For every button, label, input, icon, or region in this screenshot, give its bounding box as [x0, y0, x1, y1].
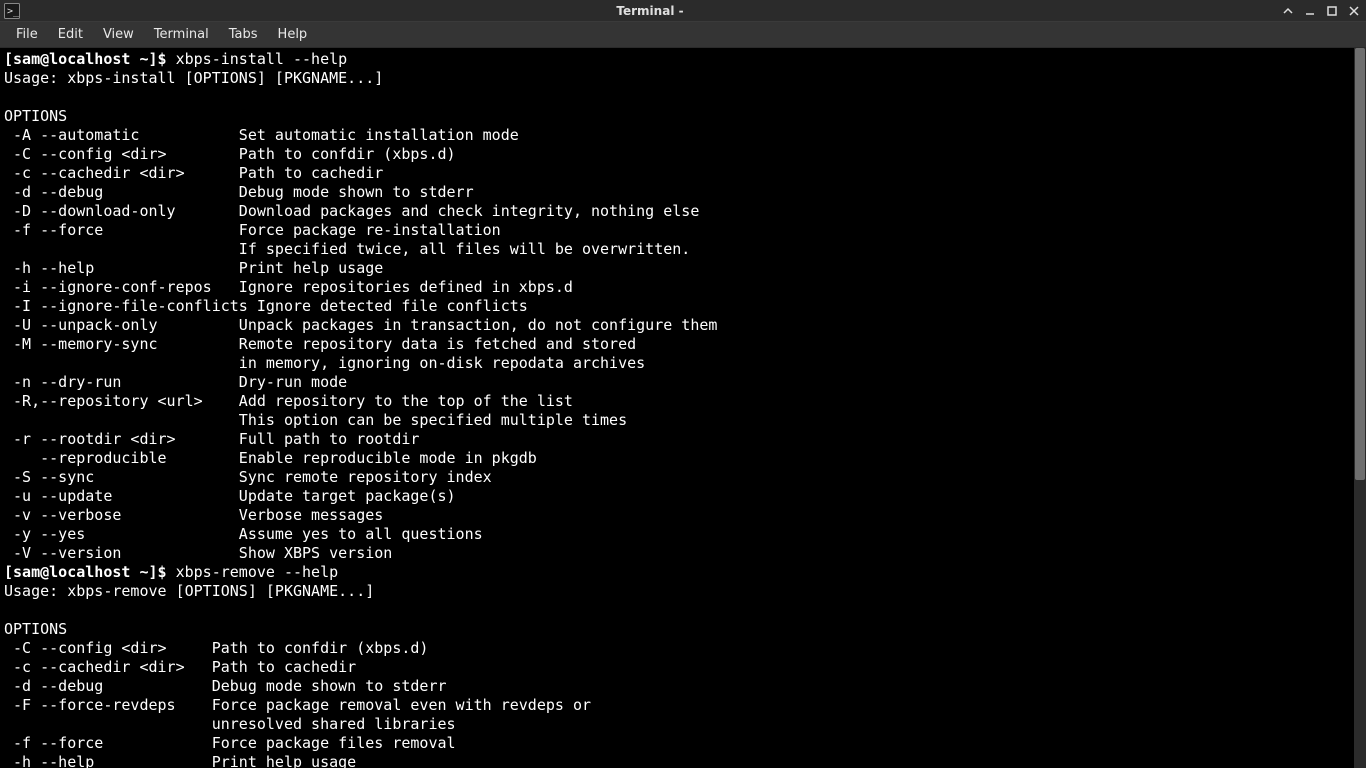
output-line: -c --cachedir <dir> Path to cachedir	[4, 658, 356, 676]
output-line: unresolved shared libraries	[4, 715, 456, 733]
menu-tabs[interactable]: Tabs	[219, 24, 268, 45]
output-line: This option can be specified multiple ti…	[4, 411, 627, 429]
output-line: -c --cachedir <dir> Path to cachedir	[4, 164, 383, 182]
output-line: OPTIONS	[4, 620, 67, 638]
vertical-scrollbar[interactable]	[1354, 48, 1366, 768]
output-line: --reproducible Enable reproducible mode …	[4, 449, 537, 467]
svg-text:>_: >_	[7, 6, 20, 17]
output-line: -d --debug Debug mode shown to stderr	[4, 183, 474, 201]
scrollbar-thumb[interactable]	[1355, 48, 1365, 480]
output-line: in memory, ignoring on-disk repodata arc…	[4, 354, 645, 372]
output-line: -h --help Print help usage	[4, 753, 356, 768]
output-line: -D --download-only Download packages and…	[4, 202, 699, 220]
rollup-button[interactable]	[1280, 3, 1296, 19]
output-line: -S --sync Sync remote repository index	[4, 468, 492, 486]
output-line: -r --rootdir <dir> Full path to rootdir	[4, 430, 419, 448]
output-line: OPTIONS	[4, 107, 67, 125]
output-line: -C --config <dir> Path to confdir (xbps.…	[4, 639, 428, 657]
output-line: -u --update Update target package(s)	[4, 487, 456, 505]
menu-help[interactable]: Help	[268, 24, 318, 45]
output-line: -y --yes Assume yes to all questions	[4, 525, 483, 543]
output-line: -f --force Force package files removal	[4, 734, 456, 752]
output-line: -V --version Show XBPS version	[4, 544, 392, 562]
menu-edit[interactable]: Edit	[48, 24, 93, 45]
output-line: -R,--repository <url> Add repository to …	[4, 392, 573, 410]
prompt: [sam@localhost ~]$	[4, 50, 176, 68]
output-line: If specified twice, all files will be ov…	[4, 240, 690, 258]
output-line: -F --force-revdeps Force package removal…	[4, 696, 591, 714]
window-titlebar: >_ Terminal -	[0, 0, 1366, 22]
menu-file[interactable]: File	[6, 24, 48, 45]
output-line: -v --verbose Verbose messages	[4, 506, 383, 524]
output-line: -f --force Force package re-installation	[4, 221, 501, 239]
minimize-button[interactable]	[1302, 3, 1318, 19]
output-line: -C --config <dir> Path to confdir (xbps.…	[4, 145, 456, 163]
menubar: File Edit View Terminal Tabs Help	[0, 22, 1366, 48]
maximize-button[interactable]	[1324, 3, 1340, 19]
command: xbps-remove --help	[176, 563, 339, 581]
close-button[interactable]	[1346, 3, 1362, 19]
output-line: -n --dry-run Dry-run mode	[4, 373, 347, 391]
output-line: Usage: xbps-install [OPTIONS] [PKGNAME..…	[4, 69, 383, 87]
menu-view[interactable]: View	[93, 24, 144, 45]
terminal-output[interactable]: [sam@localhost ~]$ xbps-install --help U…	[0, 48, 1354, 768]
output-line: -M --memory-sync Remote repository data …	[4, 335, 636, 353]
output-line: -i --ignore-conf-repos Ignore repositori…	[4, 278, 573, 296]
output-line: -I --ignore-file-conflicts Ignore detect…	[4, 297, 528, 315]
command: xbps-install --help	[176, 50, 348, 68]
window-title: Terminal -	[20, 4, 1280, 18]
output-line: -A --automatic Set automatic installatio…	[4, 126, 519, 144]
output-line: Usage: xbps-remove [OPTIONS] [PKGNAME...…	[4, 582, 374, 600]
prompt: [sam@localhost ~]$	[4, 563, 176, 581]
menu-terminal[interactable]: Terminal	[144, 24, 219, 45]
terminal-app-icon: >_	[4, 3, 20, 19]
output-line: -U --unpack-only Unpack packages in tran…	[4, 316, 717, 334]
output-line: -d --debug Debug mode shown to stderr	[4, 677, 447, 695]
output-line: -h --help Print help usage	[4, 259, 383, 277]
